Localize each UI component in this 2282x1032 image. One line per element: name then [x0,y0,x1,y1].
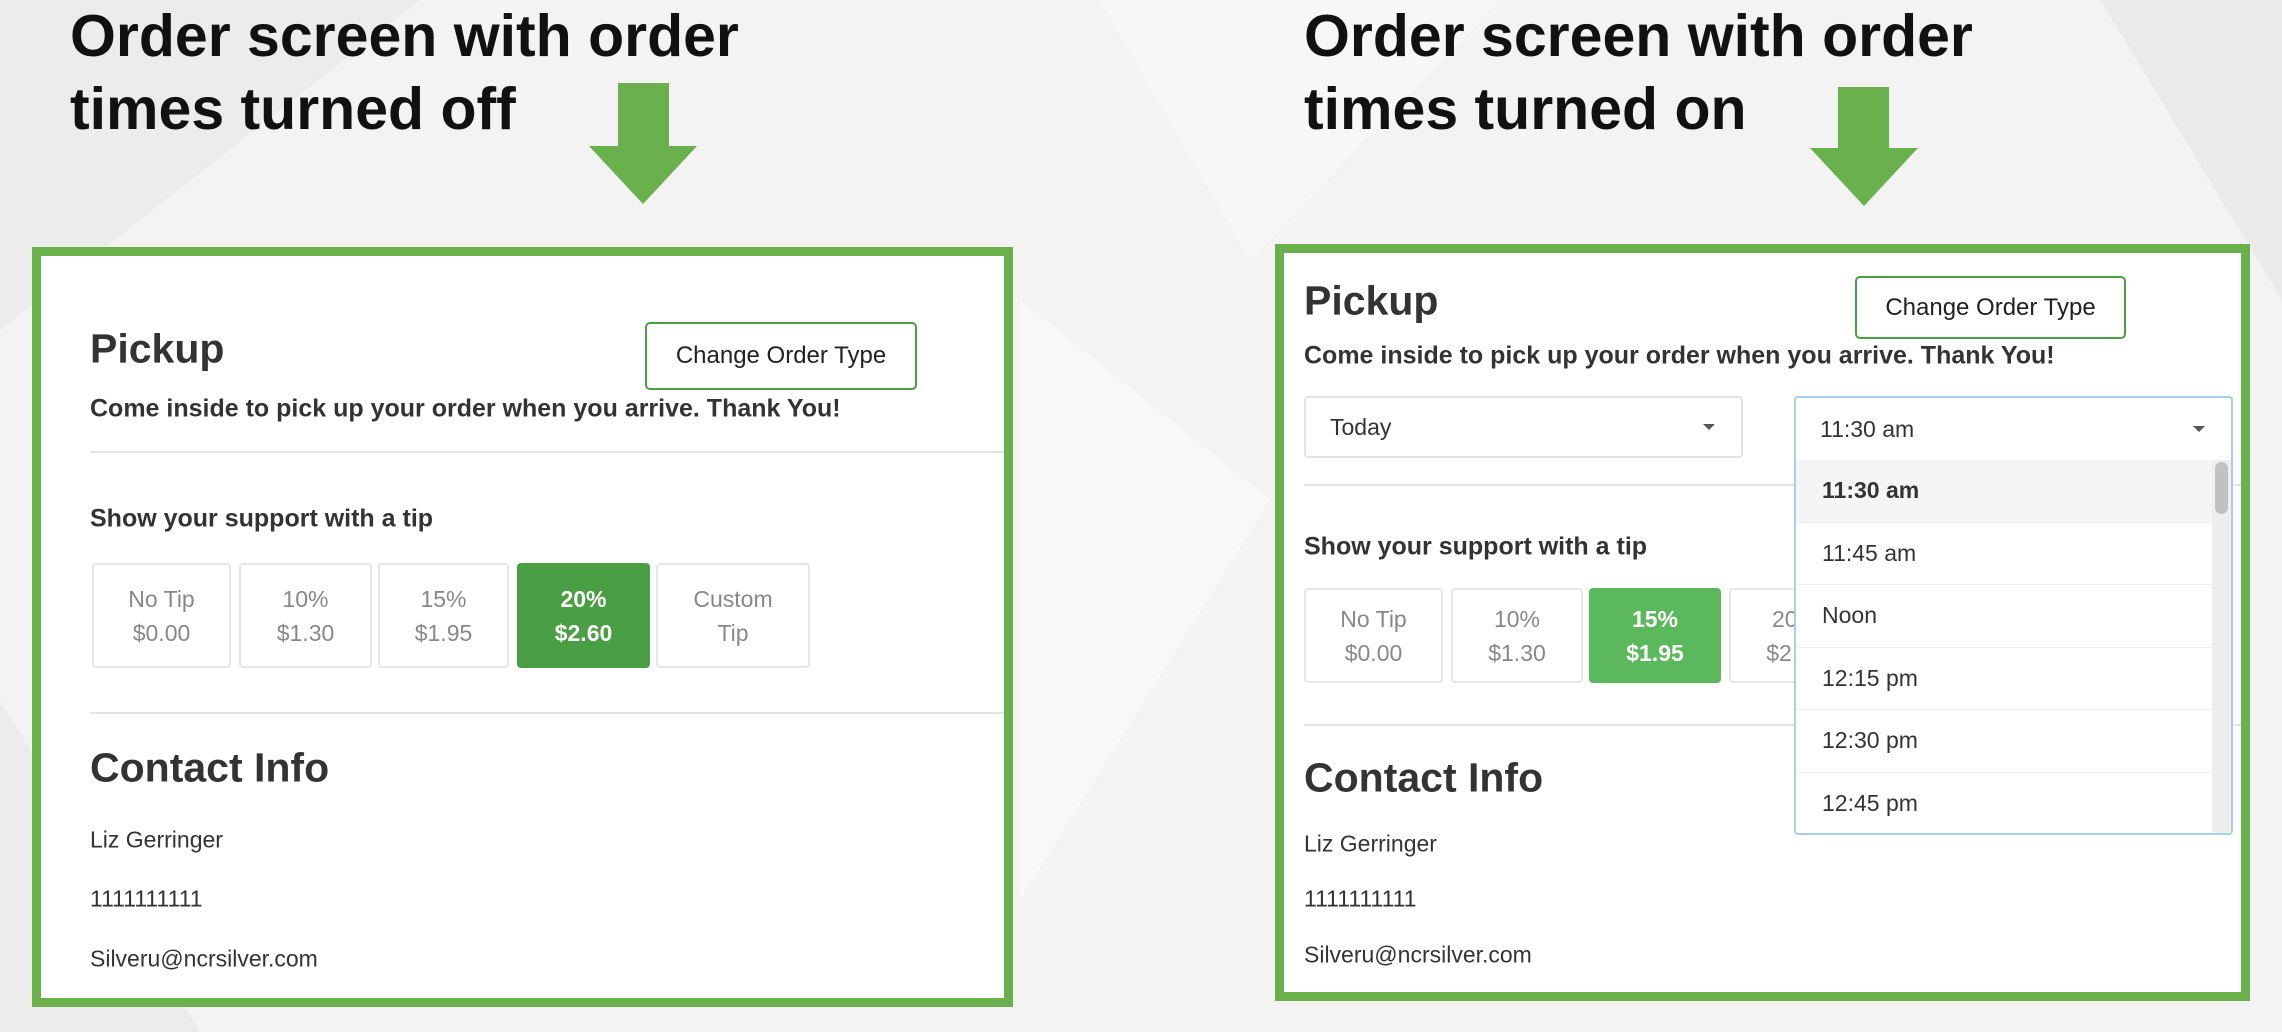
dropdown-scrollbar[interactable] [2212,460,2231,833]
time-select-value: 11:30 am [1820,415,1915,442]
tip-amount: $0.00 [1344,639,1403,666]
pickup-message: Come inside to pick up your order when y… [1304,341,2055,370]
tip-option-no-tip[interactable]: No Tip $0.00 [92,563,231,668]
day-select-value: Today [1330,413,1392,440]
tip-option-10[interactable]: 10% $1.30 [239,563,372,668]
divider [90,712,1004,714]
order-screen-times-on: Pickup Change Order Type Come inside to … [1275,244,2250,1001]
tip-label: No Tip [128,585,195,612]
time-option[interactable]: Noon [1796,585,2231,648]
pickup-message: Come inside to pick up your order when y… [90,394,841,423]
tip-label: 15% [1631,605,1679,632]
caret-down-icon [1703,424,1715,430]
contact-email: Silveru@ncrsilver.com [1304,941,1532,968]
tip-label: 10% [1493,605,1541,632]
time-option[interactable]: 11:30 am [1796,460,2231,523]
tip-label: 20% [560,585,607,612]
tip-amount: Tip [717,619,749,646]
change-order-type-button[interactable]: Change Order Type [645,322,917,390]
tip-heading: Show your support with a tip [90,504,434,533]
tip-amount: $0.00 [132,619,191,646]
tip-label: 10% [282,585,329,612]
tip-label: No Tip [1340,605,1407,632]
contact-phone: 1111111111 [1304,885,1417,912]
contact-title: Contact Info [1304,754,1544,801]
contact-phone: 1111111111 [90,885,203,912]
caret-down-icon [2193,426,2205,432]
tip-option-no-tip[interactable]: No Tip $0.00 [1304,588,1443,683]
time-option[interactable]: 11:45 am [1796,523,2231,585]
time-option[interactable]: 12:30 pm [1796,710,2231,773]
contact-email: Silveru@ncrsilver.com [90,945,318,972]
scrollbar-thumb[interactable] [2215,462,2228,514]
tip-label: Custom [693,585,773,612]
time-option[interactable]: 12:45 pm [1796,773,2231,834]
tip-heading: Show your support with a tip [1304,532,1648,561]
tip-option-15[interactable]: 15% $1.95 [378,563,509,668]
divider [1304,993,2244,995]
time-option[interactable]: 12:15 pm [1796,648,2231,710]
tip-amount: $1.95 [1626,639,1684,666]
tip-amount: $1.95 [414,619,473,646]
contact-name: Liz Gerringer [90,826,223,853]
pickup-title: Pickup [90,325,225,372]
caption-line: Order screen with order [1304,3,1973,69]
tip-label: 15% [420,585,467,612]
divider [90,451,1004,453]
caption-line: Order screen with order [70,3,739,69]
change-order-type-button[interactable]: Change Order Type [1855,276,2126,339]
time-select[interactable]: 11:30 am [1794,396,2233,460]
order-screen-times-off: Pickup Change Order Type Come inside to … [32,247,1013,1007]
day-select[interactable]: Today [1304,396,1743,458]
tip-option-20-selected[interactable]: 20% $2.60 [517,563,650,668]
tip-option-custom[interactable]: Custom Tip [656,563,810,668]
tip-option-15-selected[interactable]: 15% $1.95 [1589,588,1721,683]
contact-title: Contact Info [90,744,330,791]
tip-amount: $2.60 [554,619,613,646]
time-dropdown-list: 11:30 am 11:45 am Noon 12:15 pm 12:30 pm… [1794,396,2233,835]
pickup-title: Pickup [1304,277,1439,324]
contact-name: Liz Gerringer [1304,830,1437,857]
tip-amount: $1.30 [1488,639,1546,666]
tip-option-10[interactable]: 10% $1.30 [1451,588,1583,683]
tip-amount: $1.30 [276,619,335,646]
